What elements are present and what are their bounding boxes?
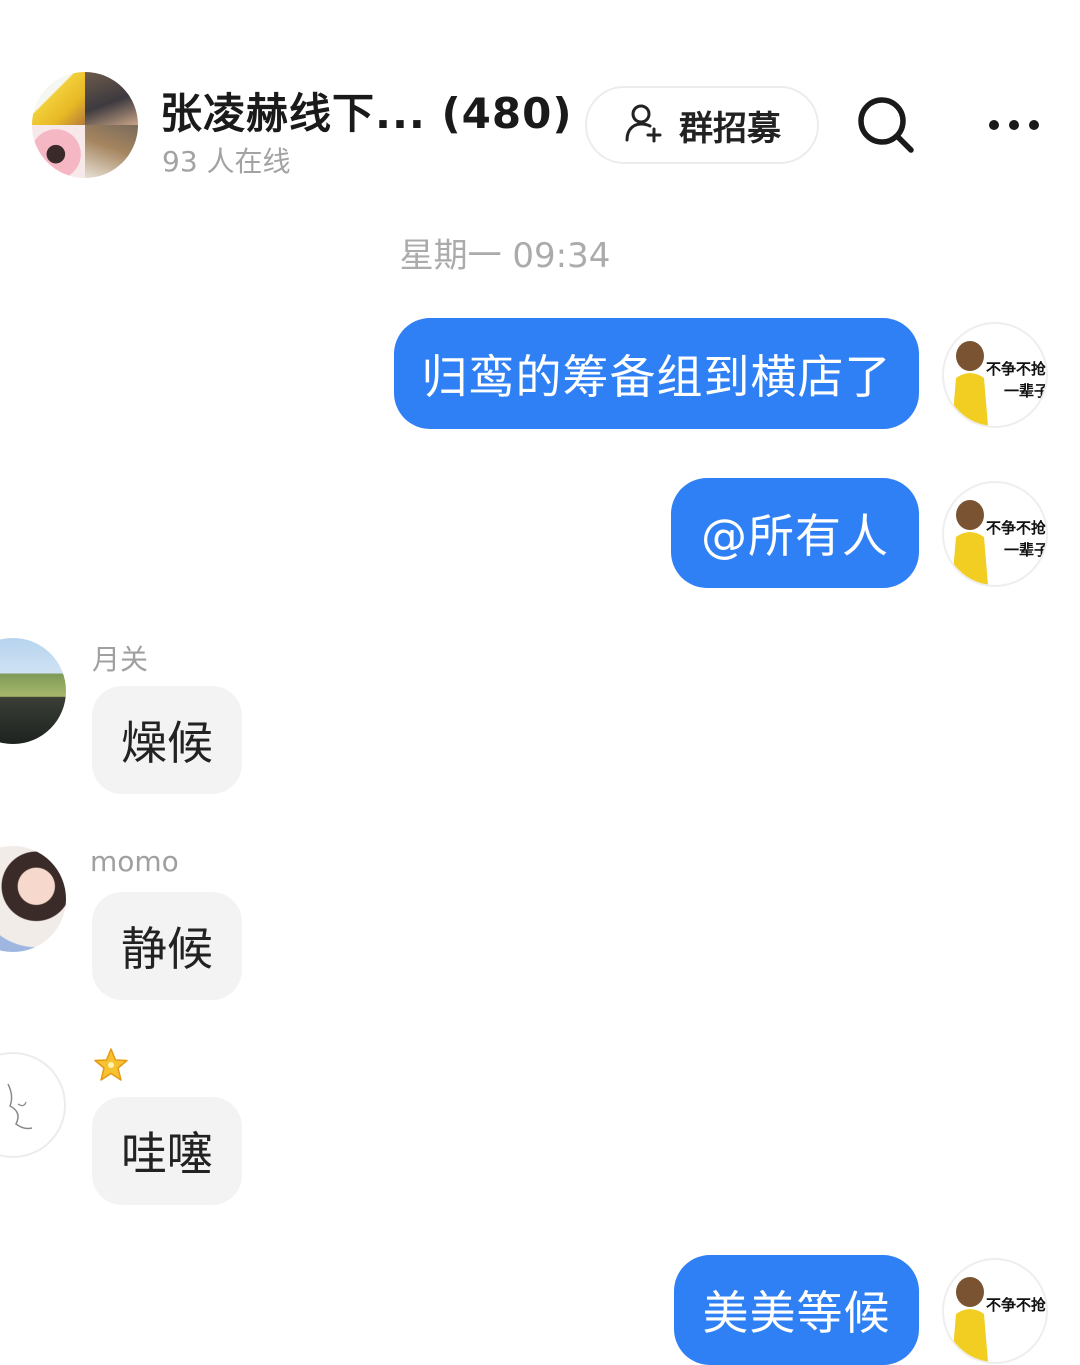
group-title[interactable]: 张凌赫线下... (480) — [160, 80, 573, 141]
group-avatar-tile — [32, 125, 85, 178]
avatar-caption: 不争不抢 — [986, 1296, 1047, 1314]
sender-avatar[interactable] — [0, 638, 66, 744]
message-bubble-outgoing[interactable]: 美美等候 — [674, 1255, 919, 1365]
message-bubble-incoming[interactable]: 静候 — [92, 892, 242, 1000]
group-recruit-label: 群招募 — [679, 108, 781, 149]
avatar-caption: 不争不抢 — [986, 360, 1047, 378]
star-badge-icon — [92, 1046, 130, 1084]
more-icon — [988, 117, 1040, 136]
avatar-caption: 不争不抢 — [986, 519, 1047, 537]
sender-avatar[interactable] — [0, 846, 66, 952]
avatar-sketch — [7, 1083, 33, 1130]
self-avatar[interactable]: 不争不抢 一辈子 — [942, 481, 1048, 587]
chat-header: 张凌赫线下... (480) 93 人在线 群招募 — [0, 0, 1080, 200]
group-avatar-tile — [85, 72, 138, 125]
avatar-figure — [952, 500, 988, 585]
message-timestamp: 星期一 09:34 — [399, 236, 611, 276]
sender-name: 月关 — [92, 643, 149, 676]
avatar-figure — [952, 1277, 988, 1362]
avatar-caption: 一辈子 — [1004, 541, 1048, 559]
avatar-figure — [952, 341, 988, 426]
online-count: 93 人在线 — [162, 145, 291, 178]
message-bubble-incoming[interactable]: 哇噻 — [92, 1097, 242, 1205]
more-button[interactable] — [982, 100, 1046, 152]
group-avatar[interactable] — [32, 72, 138, 178]
group-avatar-tile — [32, 72, 85, 125]
group-recruit-button[interactable]: 群招募 — [585, 86, 819, 164]
message-bubble-outgoing[interactable]: @所有人 — [671, 478, 919, 588]
message-bubble-outgoing[interactable]: 归鸾的筹备组到横店了 — [394, 318, 919, 429]
avatar-caption: 一辈子 — [1004, 382, 1048, 400]
add-user-icon — [623, 102, 665, 148]
search-icon — [855, 94, 917, 160]
sender-avatar[interactable] — [0, 1052, 66, 1158]
group-avatar-tile — [85, 125, 138, 178]
self-avatar[interactable]: 不争不抢 一辈子 — [942, 322, 1048, 428]
message-bubble-incoming[interactable]: 燥候 — [92, 686, 242, 794]
sender-name: momo — [90, 845, 179, 878]
self-avatar[interactable]: 不争不抢 — [942, 1258, 1048, 1364]
search-button[interactable] — [850, 94, 922, 160]
